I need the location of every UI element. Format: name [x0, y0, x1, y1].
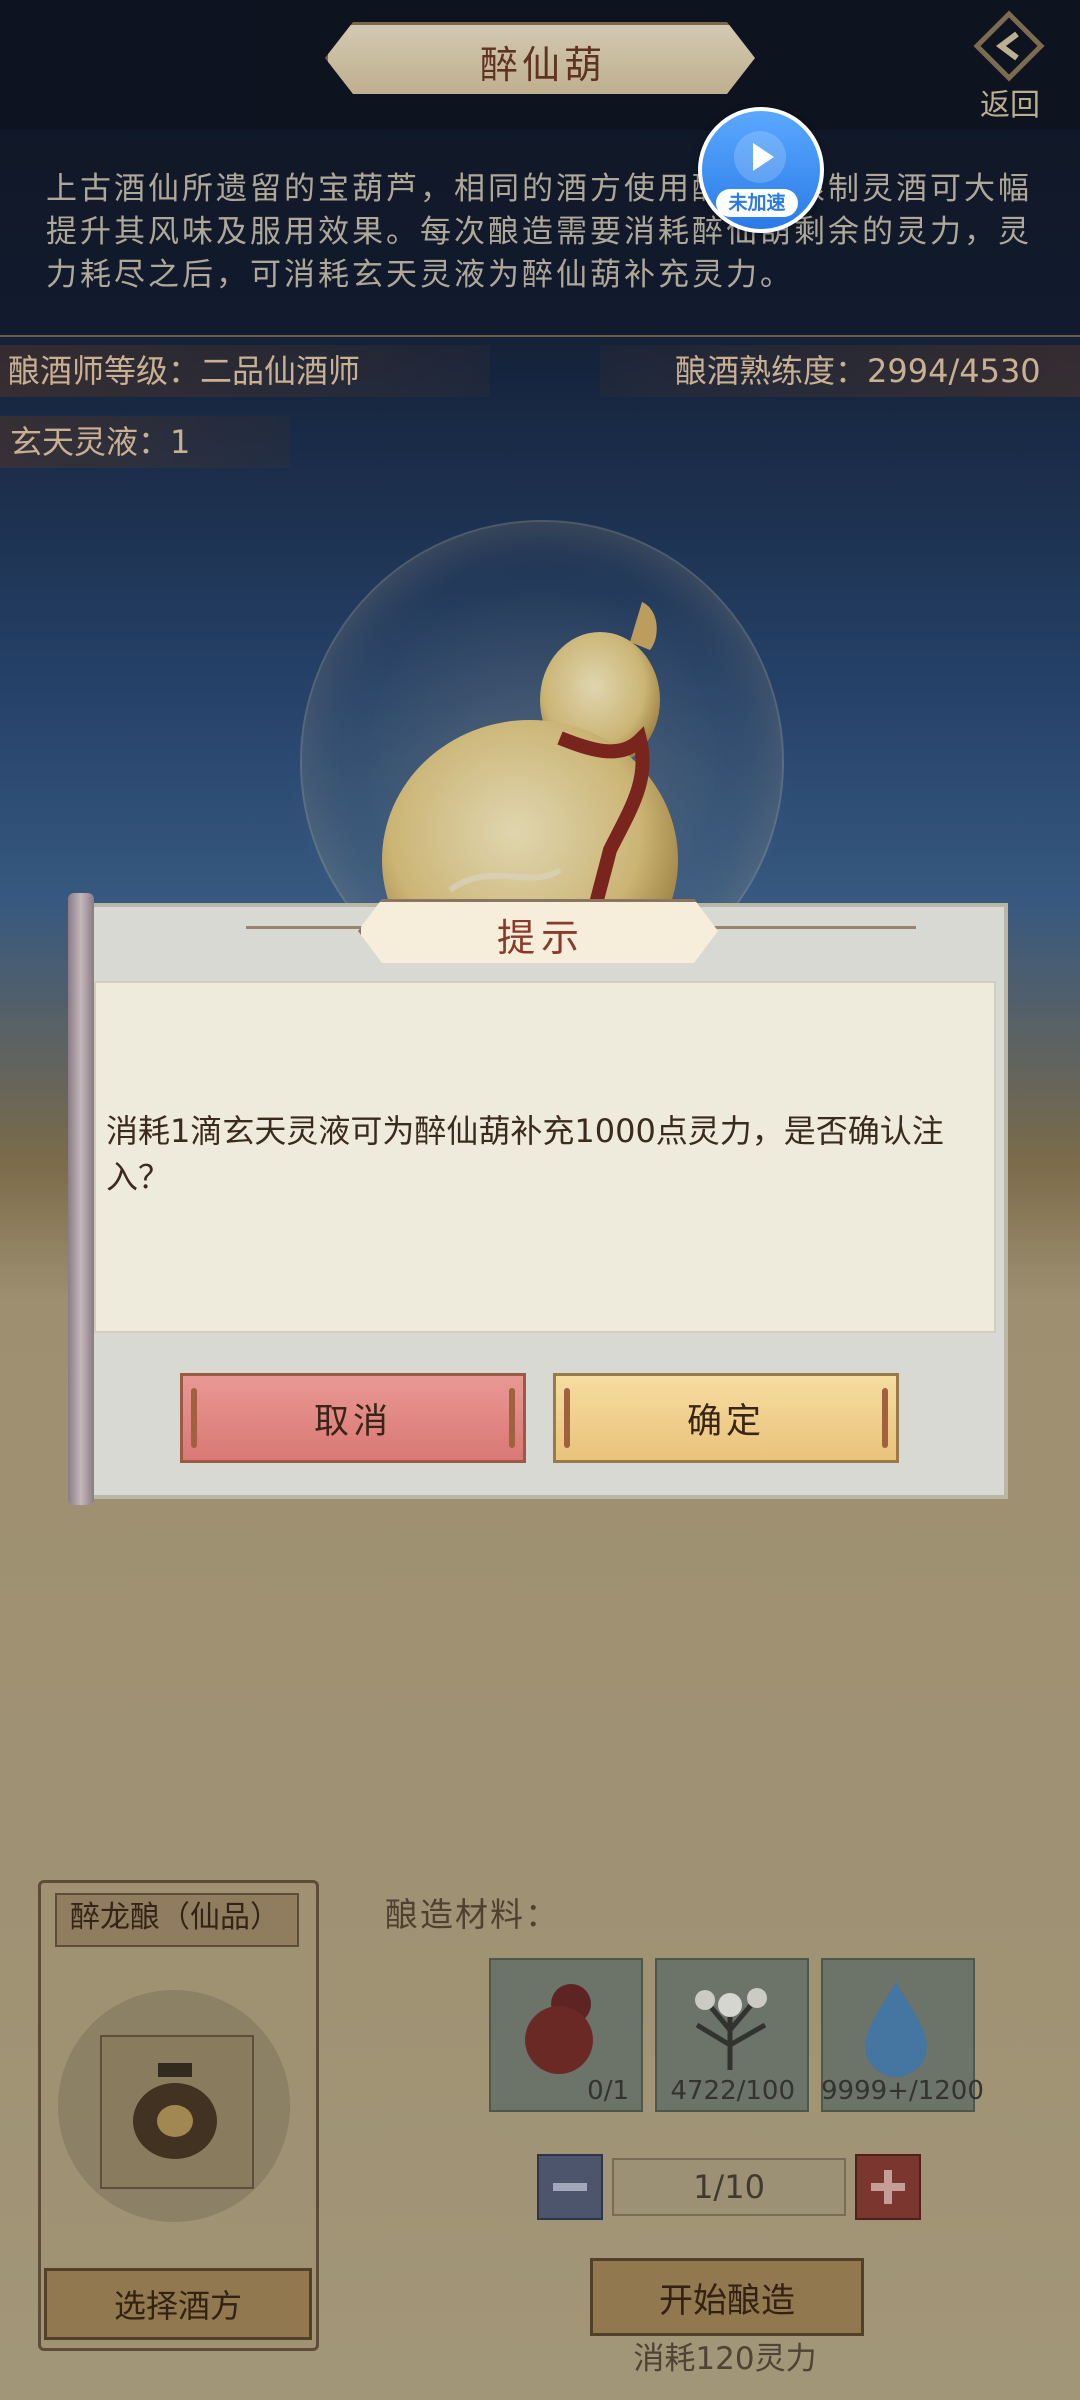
button-cap-right	[509, 1388, 515, 1448]
dialog-message: 消耗1滴玄天灵液可为醉仙葫补充1000点灵力，是否确认注入？	[106, 1112, 944, 1196]
speed-status-label: 未加速	[716, 189, 798, 217]
play-icon	[734, 131, 786, 183]
button-cap-left	[191, 1388, 197, 1448]
scroll-rod	[68, 893, 94, 1505]
cancel-label: 取消	[313, 1401, 392, 1442]
confirm-label: 确定	[686, 1401, 765, 1442]
confirm-dialog: 提示 消耗1滴玄天灵液可为醉仙葫补充1000点灵力，是否确认注入？ 取消 确定	[68, 893, 1008, 1505]
button-cap-right	[882, 1388, 888, 1448]
button-cap-left	[564, 1388, 570, 1448]
dialog-title: 提示	[496, 915, 585, 960]
confirm-button[interactable]: 确定	[553, 1373, 899, 1463]
speed-badge[interactable]: 未加速	[698, 107, 824, 233]
dialog-title-plate: 提示	[358, 899, 718, 963]
cancel-button[interactable]: 取消	[180, 1373, 526, 1463]
